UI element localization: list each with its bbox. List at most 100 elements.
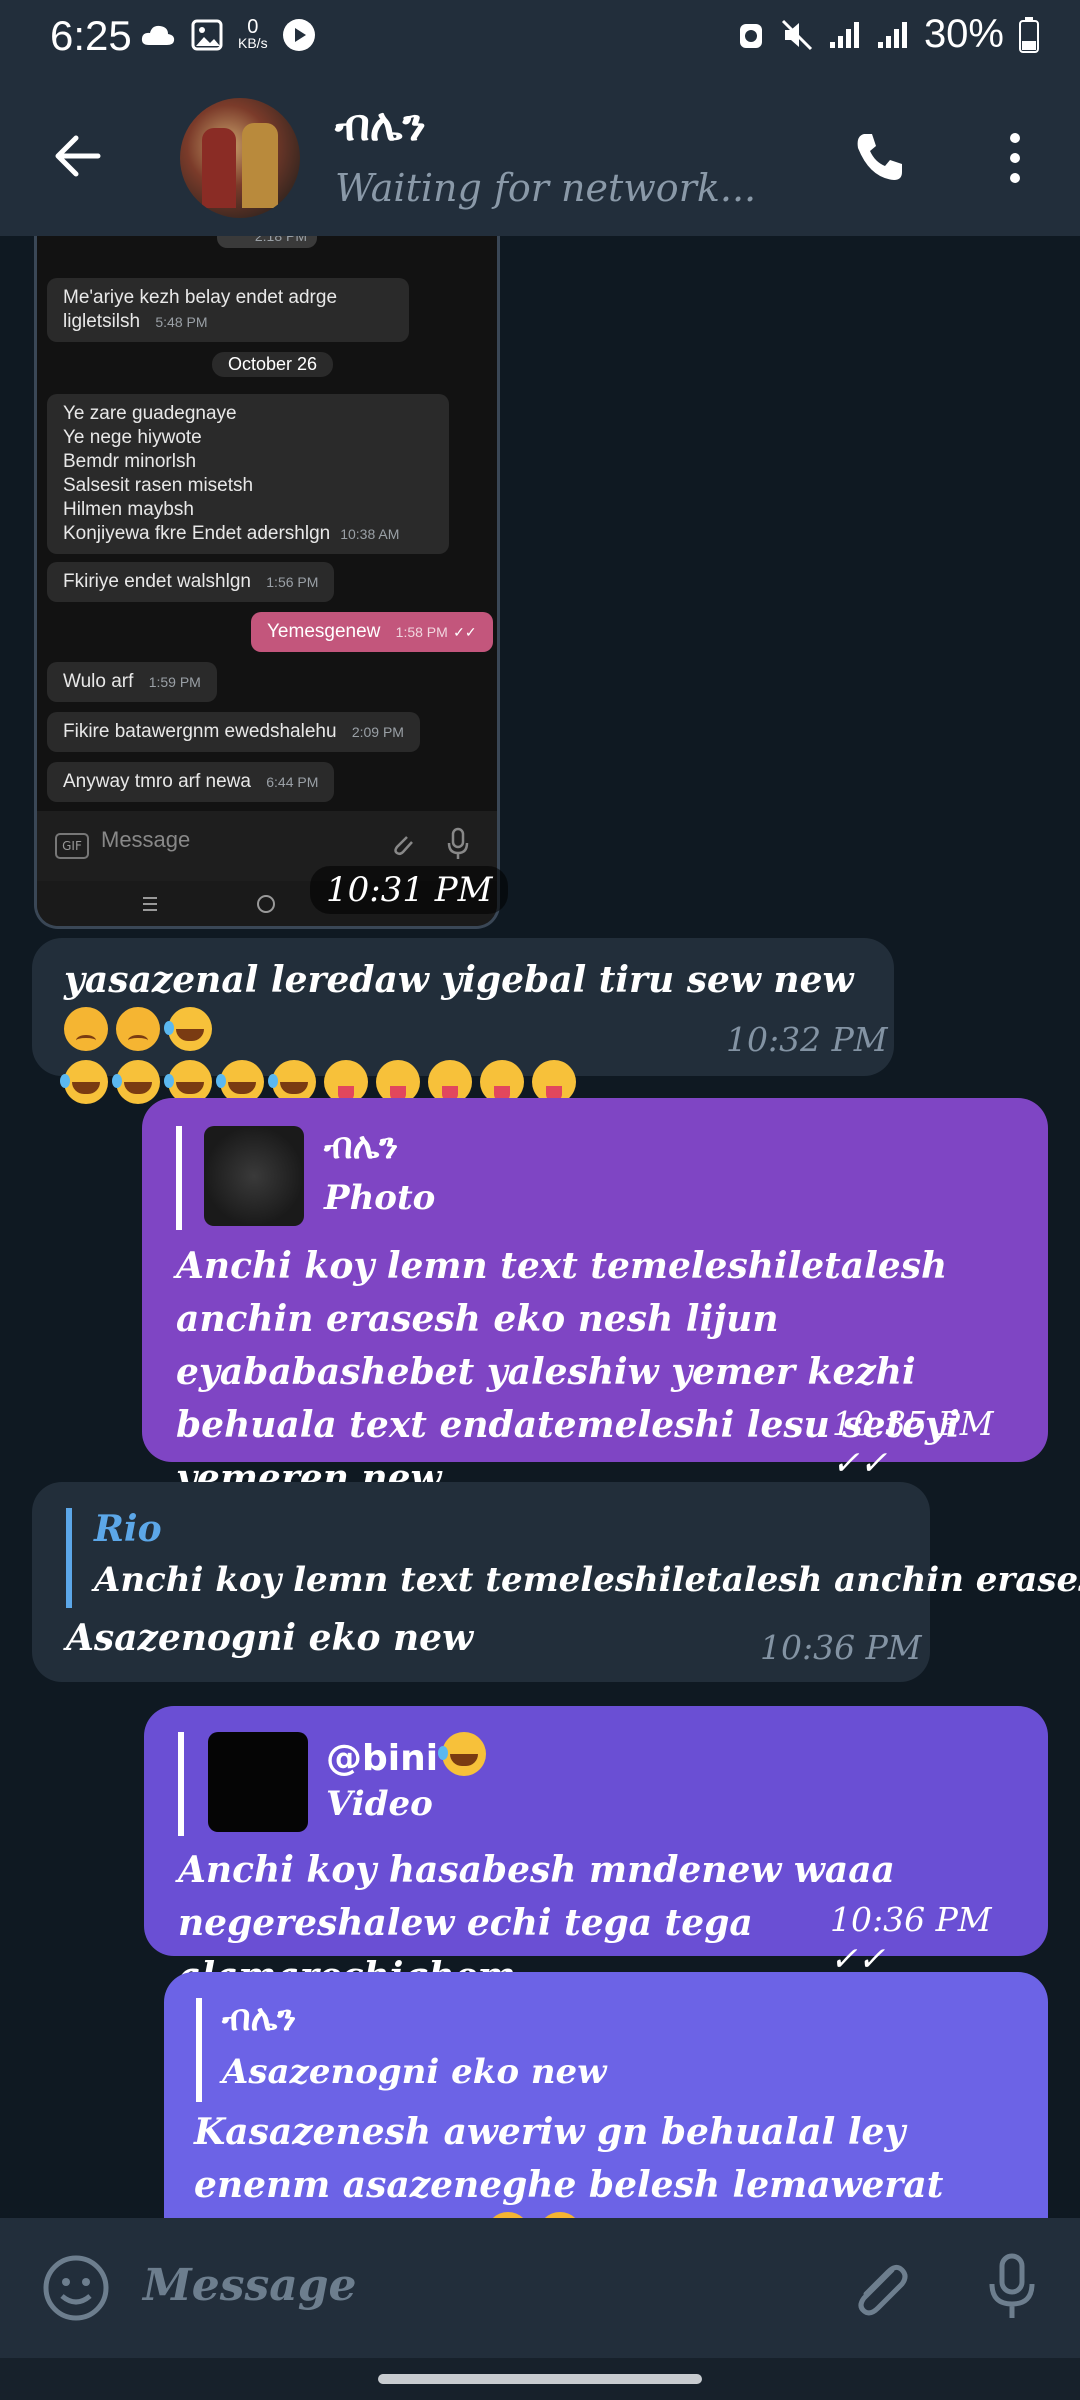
more-vert-icon[interactable]: [1000, 130, 1030, 186]
outgoing-message[interactable]: ብሌን Asazenogni eko new Kasazenesh aweriw…: [164, 1972, 1048, 2218]
message-text-body: yasazenal leredaw yigebal tiru sew new: [64, 959, 854, 1001]
shot-msg-4-text: Yemesgenew: [267, 621, 381, 642]
net-speed-unit: KB/s: [238, 35, 268, 51]
shot-top-time: 2:18 PM: [254, 236, 307, 244]
composer: Message: [0, 2218, 1080, 2358]
kiss-emoji-icon: [438, 1732, 487, 1776]
status-right: 30%: [736, 12, 1040, 57]
message-text: Kasazenesh aweriw gn behualal ley enenm …: [194, 2106, 1034, 2218]
shot-mic-icon: [447, 827, 469, 859]
shot-msg-2-line: Salsesit rasen misetsh: [63, 475, 254, 496]
reply-text: Anchi koy lemn text temeleshiletalesh an…: [94, 1560, 1080, 1600]
message-time: 10:32 PM: [726, 1020, 888, 1059]
back-arrow-icon[interactable]: [50, 128, 106, 184]
net-speed-value: 0: [247, 16, 259, 38]
sad-emoji-icon: [64, 1007, 108, 1051]
reply-preview[interactable]: Rio Anchi koy lemn text temeleshiletales…: [66, 1508, 1080, 1608]
shot-msg-5-text: Wulo arf: [63, 671, 134, 692]
alarm-icon: [739, 23, 762, 48]
message-input[interactable]: Message: [143, 2260, 357, 2311]
cloud-icon: [141, 25, 175, 45]
mute-icon: [781, 19, 812, 50]
shot-top-msg: 2:18 PM: [217, 236, 317, 248]
shot-msg-6-text: Fikire batawergnm ewedshalehu: [63, 721, 337, 742]
shot-attach-icon: [394, 836, 413, 856]
message-time-text: 10:36 PM: [830, 1900, 992, 1939]
shot-gif-icon: GIF: [55, 833, 89, 859]
shot-msg-1: Me'ariye kezh belay endet adrge ligletsi…: [47, 278, 409, 342]
sad-emoji-icon: [116, 1007, 160, 1051]
reply-preview[interactable]: ብሌን Asazenogni eko new: [196, 1998, 902, 2102]
outgoing-message[interactable]: ብሌን Photo Anchi koy lemn text temeleshil…: [142, 1098, 1048, 1499]
status-time: 6:25: [50, 12, 132, 59]
shot-day-separator: October 26: [212, 352, 334, 377]
phone-icon[interactable]: [850, 128, 908, 186]
photo-message-time: 10:31 PM: [310, 866, 509, 914]
message-time: 10:36 PM ✓✓: [830, 1900, 1048, 1978]
contact-name[interactable]: ብሌን: [335, 100, 426, 151]
play-icon: [282, 19, 315, 51]
home-gesture-bar[interactable]: [378, 2374, 702, 2384]
shot-msg-7: Anyway tmro arf newa 6:44 PM: [47, 762, 335, 802]
gallery-icon: [191, 19, 223, 51]
photo-message[interactable]: 2:18 PM Me'ariye kezh belay endet adrge …: [34, 236, 500, 929]
shot-msg-6-time: 2:09 PM: [351, 724, 404, 740]
status-bar: 6:25 0 KB/s 30%: [0, 0, 1080, 78]
battery-icon: [1019, 16, 1039, 53]
shot-msg-2-line: Konjiyewa fkre Endet adershlgn: [63, 523, 331, 544]
shot-msg-2-line: Ye nege hiywote: [63, 427, 202, 448]
laugh-emoji-icon: [112, 1060, 160, 1104]
message-time: 10:35 PM ✓✓: [832, 1404, 1048, 1482]
emoji-icon[interactable]: [42, 2254, 110, 2322]
incoming-message[interactable]: yasazenal leredaw yigebal tiru sew new 1…: [32, 938, 894, 1104]
attach-icon[interactable]: [848, 2256, 912, 2320]
reply-media-type: Video: [326, 1784, 433, 1824]
shot-msg-2-line: Ye zare guadegnaye: [63, 403, 237, 424]
shot-recents-icon: [143, 897, 157, 911]
shot-msg-4-time: 1:58 PM: [395, 624, 448, 640]
shot-msg-1-time: 5:48 PM: [155, 314, 208, 330]
signal-icon-2: [877, 21, 907, 48]
shot-msg-2-line: Hilmen maybsh: [63, 499, 194, 520]
message-text: Asazenogni eko new: [66, 1617, 474, 1659]
reply-sender-name: ብሌን: [222, 1998, 297, 2039]
reply-preview[interactable]: @bini Video: [178, 1732, 584, 1836]
reply-photo-thumbnail: [204, 1126, 304, 1226]
reply-sender-name: @bini: [326, 1732, 494, 1779]
shot-msg-7-time: 6:44 PM: [266, 774, 319, 790]
reply-preview[interactable]: ብሌን Photo: [176, 1126, 582, 1230]
shot-msg-6: Fikire batawergnm ewedshalehu 2:09 PM: [47, 712, 420, 752]
shot-msg-5: Wulo arf 1:59 PM: [47, 662, 217, 702]
incoming-message[interactable]: Rio Anchi koy lemn text temeleshiletales…: [32, 1482, 1080, 1682]
laugh-emoji-icon: [164, 1007, 212, 1051]
double-check-icon: ✓✓: [453, 624, 477, 640]
reply-sender-name: ብሌን: [324, 1126, 399, 1167]
shot-msg-3-text: Fkiriye endet walshlgn: [63, 571, 251, 592]
shot-msg-5-time: 1:59 PM: [148, 674, 201, 690]
shot-msg-2-time: 10:38 AM: [340, 526, 400, 542]
message-time-text: 10:35 PM: [832, 1404, 994, 1443]
shot-msg-3: Fkiriye endet walshlgn 1:56 PM: [47, 562, 335, 602]
net-speed: 0 KB/s: [238, 16, 268, 51]
shot-input-placeholder: Message: [101, 827, 191, 852]
shot-msg-2: Ye zare guadegnaye Ye nege hiywote Bemdr…: [47, 394, 449, 554]
message-text-body: Kasazenesh aweriw gn behualal ley enenm …: [194, 2111, 944, 2218]
reply-sender-name-text: @bini: [326, 1738, 439, 1779]
reply-text: Asazenogni eko new: [222, 2052, 607, 2092]
shot-msg-2-line: Bemdr minorlsh: [63, 451, 197, 472]
outgoing-message[interactable]: @bini Video Anchi koy hasabesh mndenew w…: [144, 1706, 1048, 1997]
chat-area[interactable]: 2:18 PM Me'ariye kezh belay endet adrge …: [0, 236, 1080, 2218]
chat-header: ብሌን Waiting for network...: [0, 78, 1080, 236]
avatar[interactable]: [180, 98, 300, 218]
mic-icon[interactable]: [984, 2252, 1040, 2322]
shot-home-icon: [257, 895, 275, 913]
shot-msg-7-text: Anyway tmro arf newa: [63, 771, 251, 792]
laugh-emoji-icon: [60, 1060, 108, 1104]
shot-msg-4: Yemesgenew 1:58 PM ✓✓: [251, 612, 493, 652]
double-check-icon: ✓✓: [832, 1443, 888, 1482]
reply-video-thumbnail: [208, 1732, 308, 1832]
reply-media-type: Photo: [324, 1178, 436, 1218]
message-time: 10:36 PM: [760, 1628, 922, 1667]
shot-msg-3-time: 1:56 PM: [266, 574, 319, 590]
reply-sender-name: Rio: [94, 1508, 162, 1550]
